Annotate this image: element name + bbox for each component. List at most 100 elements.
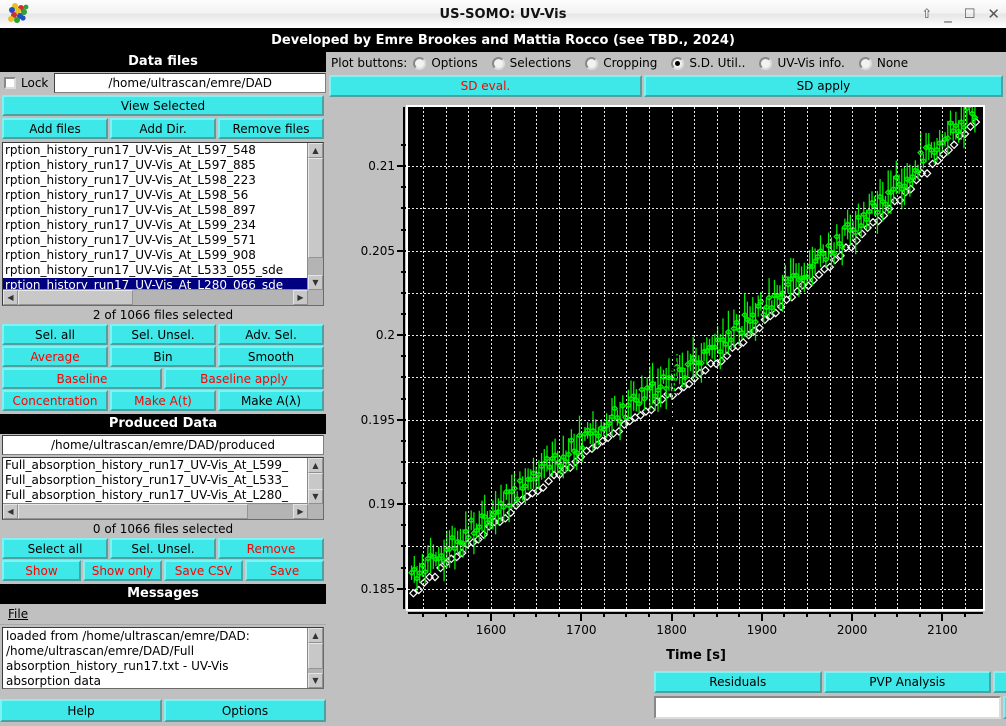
baseline-button[interactable]: Baseline	[2, 368, 162, 389]
produced-data-rows[interactable]: Full_absorption_history_run17_UV-Vis_At_…	[3, 458, 308, 504]
list-item[interactable]: rption_history_run17_UV-Vis_At_L597_548	[3, 143, 308, 158]
scroll-up-icon[interactable]: ▲	[308, 143, 323, 158]
make-at-button[interactable]: Make A(t)	[110, 390, 216, 411]
gridline-vertical	[626, 107, 627, 609]
radio-dot-icon[interactable]	[585, 57, 598, 70]
radio-uv-vis-info[interactable]: UV-Vis info.	[759, 56, 844, 70]
list-item[interactable]: Full_absorption_history_run17_UV-Vis_At_…	[3, 458, 308, 473]
help-button[interactable]: Help	[0, 699, 162, 722]
data-files-list[interactable]: rption_history_run17_UV-Vis_At_L597_548r…	[2, 142, 324, 306]
adv-sel-button[interactable]: Adv. Sel.	[218, 324, 324, 345]
lock-checkbox[interactable]	[4, 77, 16, 89]
produced-data-list[interactable]: Full_absorption_history_run17_UV-Vis_At_…	[2, 457, 324, 520]
scroll-down-icon[interactable]: ▼	[308, 489, 323, 504]
y-tick-label: 0.21	[368, 159, 395, 173]
plot-canvas[interactable]	[406, 105, 985, 611]
plot-buttons-radiogroup[interactable]: Options Selections Cropping S.D. Util.. UV-V…	[413, 56, 922, 70]
scroll-right-icon[interactable]: ▶	[293, 290, 308, 305]
list-item[interactable]: rption_history_run17_UV-Vis_At_L598_56	[3, 188, 308, 203]
gridline-vertical	[423, 107, 424, 609]
gridline-vertical	[694, 107, 695, 609]
concentration-button[interactable]: Concentration	[2, 390, 108, 411]
radio-s-d-util[interactable]: S.D. Util..	[671, 56, 745, 70]
vscroll-thumb[interactable]	[308, 643, 323, 669]
data-files-hscrollbar[interactable]: ◀ ▶	[3, 289, 308, 305]
radio-dot-icon[interactable]	[671, 57, 684, 70]
add-dir-button[interactable]: Add Dir.	[110, 118, 216, 139]
gridline-vertical	[875, 107, 876, 609]
list-item[interactable]: rption_history_run17_UV-Vis_At_L598_897	[3, 203, 308, 218]
show-only-button[interactable]: Show only	[83, 560, 162, 581]
gridline-vertical	[897, 107, 898, 609]
scroll-up-icon[interactable]: ▲	[308, 628, 323, 643]
select-all-button[interactable]: Select all	[2, 538, 108, 559]
vscroll-thumb[interactable]	[308, 473, 323, 490]
options-button[interactable]: Options	[164, 699, 326, 722]
produced-vscrollbar[interactable]: ▲ ▼	[307, 458, 323, 504]
list-item[interactable]: Full_absorption_history_run17_UV-Vis_At_…	[3, 488, 308, 503]
sd-apply-button[interactable]: SD apply	[644, 75, 1003, 97]
radio-selections[interactable]: Selections	[492, 56, 572, 70]
produced-sel-unsel-button[interactable]: Sel. Unsel.	[110, 538, 216, 559]
sel-unsel-button[interactable]: Sel. Unsel.	[110, 324, 216, 345]
scroll-left-icon[interactable]: ◀	[3, 290, 18, 305]
data-files-rows[interactable]: rption_history_run17_UV-Vis_At_L597_548r…	[3, 143, 308, 290]
list-item[interactable]: rption_history_run17_UV-Vis_At_L599_234	[3, 218, 308, 233]
scroll-right-icon[interactable]: ▶	[293, 504, 308, 519]
scroll-left-icon[interactable]: ◀	[3, 504, 18, 519]
smooth-button[interactable]: Smooth	[218, 346, 324, 367]
list-item[interactable]: Full_absorption_history_run17_UV-Vis_At_…	[3, 473, 308, 488]
radio-none[interactable]: None	[859, 56, 908, 70]
save-button[interactable]: Save	[245, 560, 324, 581]
remove-files-button[interactable]: Remove files	[218, 118, 324, 139]
vscroll-thumb[interactable]	[308, 158, 323, 258]
cancel-button[interactable]: Cancel	[993, 671, 1006, 693]
radio-dot-icon[interactable]	[759, 57, 772, 70]
list-item[interactable]: rption_history_run17_UV-Vis_At_L598_223	[3, 173, 308, 188]
close-icon[interactable]: ✕	[987, 7, 1000, 22]
lock-toggle[interactable]: Lock	[0, 73, 54, 93]
radio-options[interactable]: Options	[413, 56, 477, 70]
data-files-status: 2 of 1066 files selected	[0, 306, 326, 324]
hscroll-thumb[interactable]	[18, 290, 133, 305]
messages-vscrollbar[interactable]: ▲ ▼	[307, 628, 323, 688]
radio-dot-icon[interactable]	[859, 57, 872, 70]
gridline-vertical	[468, 107, 469, 609]
messages-text: loaded from /home/ultrascan/emre/DAD: /h…	[6, 629, 306, 687]
radio-dot-icon[interactable]	[413, 57, 426, 70]
bin-button[interactable]: Bin	[110, 346, 216, 367]
save-csv-button[interactable]: Save CSV	[164, 560, 243, 581]
shade-icon[interactable]: ⇧	[921, 8, 932, 21]
sel-all-button[interactable]: Sel. all	[2, 324, 108, 345]
gridline-vertical	[762, 107, 763, 609]
view-selected-button[interactable]: View Selected	[2, 95, 324, 116]
list-item[interactable]: rption_history_run17_UV-Vis_At_L599_908	[3, 248, 308, 263]
minimize-icon[interactable]: _	[944, 7, 952, 22]
radio-cropping[interactable]: Cropping	[585, 56, 657, 70]
file-menu[interactable]: File	[0, 606, 36, 622]
baseline-apply-button[interactable]: Baseline apply	[164, 368, 324, 389]
list-item[interactable]: rption_history_run17_UV-Vis_At_L597_885	[3, 158, 308, 173]
radio-dot-icon[interactable]	[492, 57, 505, 70]
list-item[interactable]: rption_history_run17_UV-Vis_At_L599_571	[3, 233, 308, 248]
list-item[interactable]: rption_history_run17_UV-Vis_At_L533_055_…	[3, 263, 308, 278]
data-files-vscrollbar[interactable]: ▲ ▼	[307, 143, 323, 290]
messages-box[interactable]: loaded from /home/ultrascan/emre/DAD: /h…	[2, 627, 324, 689]
add-files-button[interactable]: Add files	[2, 118, 108, 139]
average-button[interactable]: Average	[2, 346, 108, 367]
maximize-icon[interactable]: ☐	[964, 8, 976, 21]
scroll-down-icon[interactable]: ▼	[308, 673, 323, 688]
radio-label: None	[877, 56, 908, 70]
remove-button[interactable]: Remove	[218, 538, 324, 559]
make-alambda-button[interactable]: Make A(λ)	[218, 390, 324, 411]
produced-hscrollbar[interactable]: ◀ ▶	[3, 503, 308, 519]
sd-eval-button[interactable]: SD eval.	[329, 75, 642, 97]
scroll-down-icon[interactable]: ▼	[308, 275, 323, 290]
progress-input[interactable]	[654, 696, 1001, 719]
pvp-analysis-button[interactable]: PVP Analysis	[824, 671, 992, 693]
show-button[interactable]: Show	[2, 560, 81, 581]
residuals-button[interactable]: Residuals	[654, 671, 822, 693]
scroll-up-icon[interactable]: ▲	[308, 458, 323, 473]
hscroll-thumb[interactable]	[18, 504, 248, 519]
y-axis-title: A(t) [a.u.]	[666, 355, 681, 427]
